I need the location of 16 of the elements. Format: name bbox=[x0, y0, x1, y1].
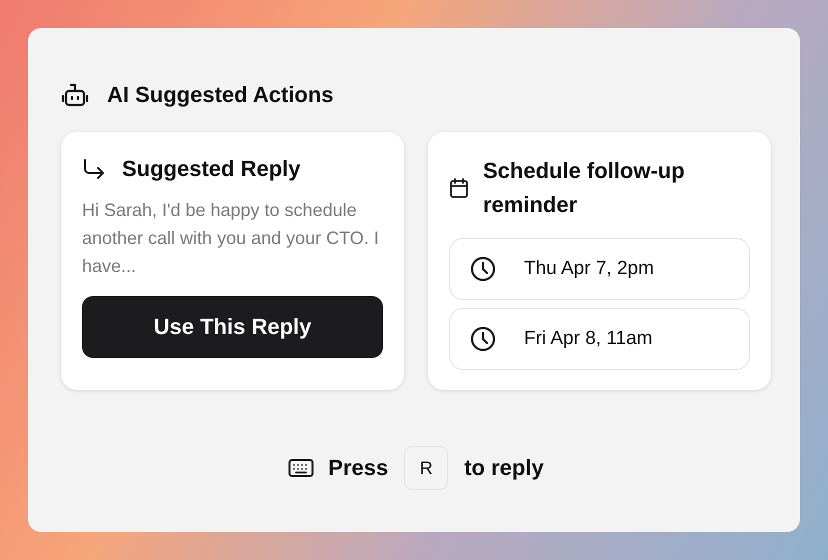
time-slot-button[interactable]: Fri Apr 8, 11am bbox=[449, 308, 750, 370]
card-title: Schedule follow-up reminder bbox=[483, 157, 686, 219]
clock-icon bbox=[470, 256, 496, 282]
section-title: AI Suggested Actions bbox=[107, 82, 334, 108]
use-reply-button[interactable]: Use This Reply bbox=[82, 296, 383, 358]
keyboard-icon bbox=[288, 458, 314, 478]
time-slot-button[interactable]: Thu Apr 7, 2pm bbox=[449, 238, 750, 300]
hint-text: Press bbox=[328, 455, 388, 481]
clock-icon bbox=[470, 326, 496, 352]
calendar-icon bbox=[449, 177, 469, 199]
hint-text: to reply bbox=[464, 455, 544, 481]
key-cap: R bbox=[404, 446, 448, 490]
reply-arrow-icon bbox=[82, 158, 106, 180]
card-title: Suggested Reply bbox=[122, 156, 300, 182]
robot-icon bbox=[61, 82, 89, 108]
reply-preview: Hi Sarah, I'd be happy to schedule another call with you and your CTO. I have... bbox=[82, 199, 380, 278]
